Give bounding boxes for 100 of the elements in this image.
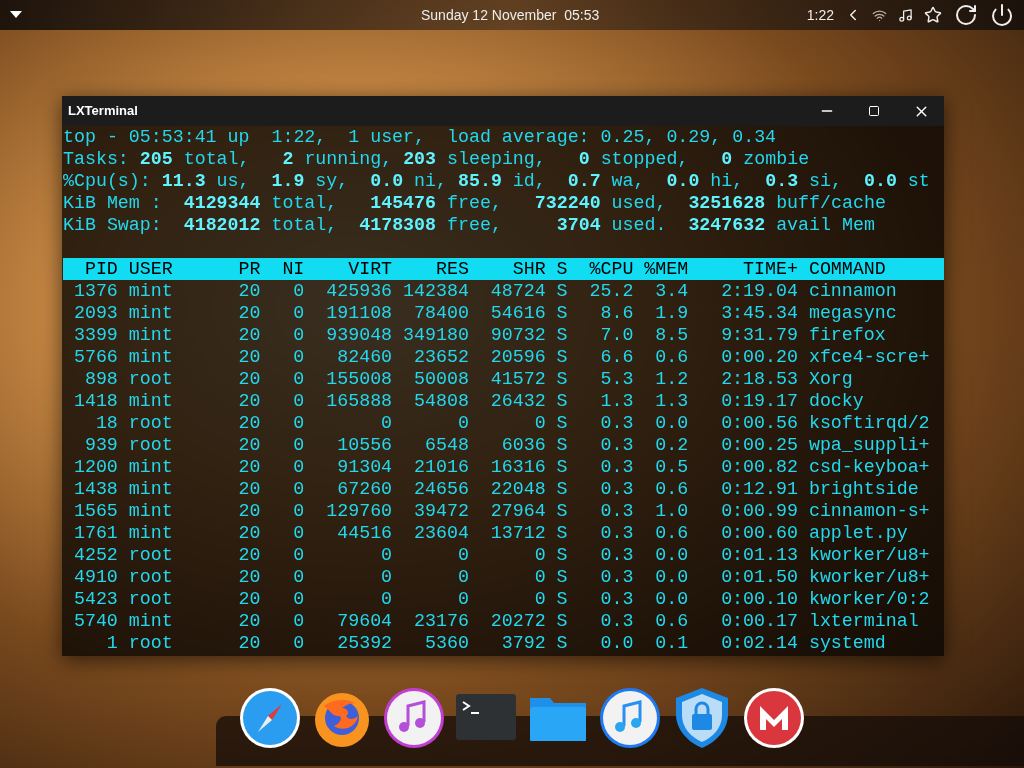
table-cell-text: 0:12.91	[720, 478, 798, 500]
music-note-icon[interactable]	[382, 686, 446, 750]
table-cell-text: 90732	[489, 324, 546, 346]
column-header: USER	[128, 258, 174, 280]
table-cell-text: 0:00.10	[720, 588, 798, 610]
table-cell: csd-keyboa+	[808, 456, 930, 478]
table-cell-text: 0.3	[599, 434, 634, 456]
table-cell-text: 1.0	[654, 500, 689, 522]
table-cell-text: 0.1	[654, 632, 689, 654]
table-cell-text: 79604	[336, 610, 393, 632]
table-cell-text: root	[128, 632, 174, 654]
table-cell-text: 24656	[413, 478, 469, 500]
table-cell-text: S	[555, 566, 568, 588]
table-cell-text: 165888	[325, 390, 393, 412]
table-cell-text: 27964	[489, 500, 546, 522]
table-cell-text: 2:19.04	[720, 280, 798, 302]
wifi-icon[interactable]	[872, 7, 887, 23]
table-cell-text: 425936	[325, 280, 393, 302]
table-cell-text: 25.2	[588, 280, 634, 302]
table-cell-text: 20272	[489, 610, 546, 632]
table-cell: lxterminal	[808, 610, 919, 632]
table-cell-text: 1761	[72, 522, 118, 544]
table-cell: cinnamon-s+	[808, 500, 930, 522]
table-cell-text: S	[555, 280, 568, 302]
table-cell-text: 0.3	[599, 566, 634, 588]
table-cell-text: 0:00.82	[720, 456, 798, 478]
table-cell-text: 2093	[72, 302, 118, 324]
table-cell-text: 20	[237, 368, 261, 390]
table-cell-text: 0.3	[599, 544, 634, 566]
summary-line: KiB Mem : 4129344 total, 145476 free, 732240 used, 3251628 buff/cache	[63, 192, 887, 214]
table-cell-text: 9:31.79	[720, 324, 798, 346]
table-cell-text: 6548	[423, 434, 469, 456]
table-cell-text: 5360	[423, 632, 469, 654]
table-cell-text: 16316	[489, 456, 546, 478]
table-cell-text: 20596	[489, 346, 546, 368]
refresh-icon[interactable]	[954, 3, 978, 27]
table-cell-text: 22048	[489, 478, 546, 500]
table-cell: kworker/0:2	[808, 588, 930, 610]
table-cell: systemd	[808, 632, 886, 654]
table-cell-text: 0.3	[599, 456, 634, 478]
table-cell-text: 20	[237, 324, 261, 346]
table-cell-text: 0.0	[599, 632, 634, 654]
table-cell-text: 54808	[413, 390, 469, 412]
table-cell-text: 20	[237, 280, 261, 302]
table-cell-text: 0	[292, 456, 305, 478]
table-cell-text: 1565	[72, 500, 118, 522]
table-cell-text: 20	[237, 610, 261, 632]
table-cell-text: 0	[456, 412, 469, 434]
table-cell-text: root	[128, 412, 174, 434]
table-cell-text: 2:18.53	[720, 368, 798, 390]
table-cell-text: 0.6	[654, 346, 689, 368]
table-cell-text: 67260	[336, 478, 393, 500]
table-cell-text: 0:00.25	[720, 434, 798, 456]
table-cell-text: 91304	[336, 456, 393, 478]
music-note-icon[interactable]	[898, 7, 913, 23]
table-cell: kworker/u8+	[808, 544, 930, 566]
table-cell-text: 5423	[72, 588, 118, 610]
table-cell-text: 26432	[489, 390, 546, 412]
summary-line: %Cpu(s): 11.3 us, 1.9 sy, 0.0 ni, 85.9 id, 0.7 wa, 0.0 hi, 0.3 si, 0.0 st	[63, 170, 931, 192]
maximize-icon[interactable]	[868, 105, 880, 117]
table-cell-text: 0.3	[599, 412, 634, 434]
table-cell-text: 3.4	[654, 280, 689, 302]
table-cell-text: 0	[380, 412, 393, 434]
table-cell-text: 0	[292, 390, 305, 412]
table-cell-text: 13712	[489, 522, 546, 544]
table-cell-text: 0.6	[654, 478, 689, 500]
table-cell-text: 20	[237, 522, 261, 544]
power-icon[interactable]	[990, 3, 1014, 27]
star-icon[interactable]	[924, 6, 942, 24]
table-cell-text: 7.0	[599, 324, 634, 346]
table-cell-text: 78400	[413, 302, 469, 324]
table-cell-text: S	[555, 632, 568, 654]
table-cell-text: 0	[292, 368, 305, 390]
compass-icon[interactable]	[238, 686, 302, 750]
table-cell-text: 0:01.50	[720, 566, 798, 588]
summary-line: Tasks: 205 total, 2 running, 203 sleeping, 0 stopped, 0 zombie	[63, 148, 811, 170]
m-logo-icon[interactable]	[742, 686, 806, 750]
table-cell-text: 0.2	[654, 434, 689, 456]
caret-down-icon[interactable]	[10, 11, 22, 19]
table-cell-text: 0.0	[654, 566, 689, 588]
table-cell-text: 41572	[489, 368, 546, 390]
table-cell-text: 0.3	[599, 478, 634, 500]
table-cell-text: 10556	[336, 434, 393, 456]
table-cell-text: 0:00.20	[720, 346, 798, 368]
column-header: %MEM	[643, 258, 689, 280]
table-cell-text: 0	[292, 632, 305, 654]
table-cell-text: 20	[237, 544, 261, 566]
table-cell-text: 0	[456, 588, 469, 610]
table-cell-text: S	[555, 588, 568, 610]
table-cell-text: 8.6	[599, 302, 634, 324]
table-cell-text: 0.3	[599, 588, 634, 610]
table-cell: applet.py	[808, 522, 908, 544]
music-note-icon[interactable]	[598, 686, 662, 750]
table-cell-text: 0	[380, 588, 393, 610]
panel-clock[interactable]: Sunday 12 November 05:53	[421, 4, 600, 26]
table-cell-text: 0	[292, 500, 305, 522]
table-cell-text: S	[555, 434, 568, 456]
table-cell-text: 1.9	[654, 302, 689, 324]
table-cell-text: 0:02.14	[720, 632, 798, 654]
table-cell-text: 0.6	[654, 610, 689, 632]
